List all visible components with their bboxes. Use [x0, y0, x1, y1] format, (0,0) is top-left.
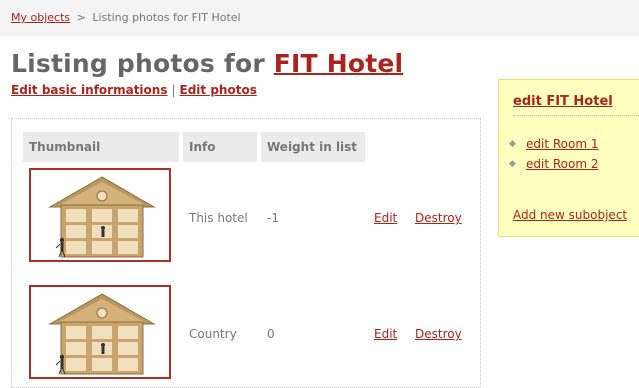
photo-thumbnail[interactable] — [29, 285, 171, 379]
diamond-bullet-icon: ◆ — [509, 159, 516, 169]
subobject-list-item: ◆ edit Room 2 — [509, 154, 598, 174]
subnav-separator: | — [171, 83, 176, 97]
row-info: This hotel — [189, 211, 248, 225]
diamond-bullet-icon: ◆ — [509, 139, 516, 149]
row-weight: -1 — [267, 211, 279, 225]
subobject-list-item: ◆ edit Room 1 — [509, 134, 598, 154]
photos-table-container: Thumbnail Info Weight in list This hotel… — [11, 118, 481, 388]
row-destroy-link[interactable]: Destroy — [415, 327, 462, 341]
sub-navigation: Edit basic informations | Edit photos — [11, 83, 257, 97]
edit-basic-informations-link[interactable]: Edit basic informations — [11, 83, 167, 97]
page-title-prefix: Listing photos for — [11, 49, 265, 78]
edit-room-2-link[interactable]: edit Room 2 — [526, 157, 598, 171]
row-info: Country — [189, 327, 237, 341]
row-weight: 0 — [267, 327, 275, 341]
photo-thumbnail[interactable] — [29, 168, 171, 262]
page-title-hotel-link[interactable]: FIT Hotel — [274, 49, 404, 78]
column-header-thumbnail: Thumbnail — [23, 132, 179, 162]
add-new-subobject-link[interactable]: Add new subobject — [513, 208, 627, 222]
breadcrumb: My objects > Listing photos for FIT Hote… — [11, 11, 241, 24]
edit-room-1-link[interactable]: edit Room 1 — [526, 137, 598, 151]
breadcrumb-my-objects-link[interactable]: My objects — [11, 11, 70, 24]
subobject-list: ◆ edit Room 1 ◆ edit Room 2 — [509, 134, 598, 174]
sidebar-title-link[interactable]: edit FIT Hotel — [513, 94, 613, 109]
edit-photos-link[interactable]: Edit photos — [180, 83, 257, 97]
column-header-weight: Weight in list — [261, 132, 365, 162]
page-title: Listing photos for FIT Hotel — [11, 49, 403, 78]
breadcrumb-current: Listing photos for FIT Hotel — [92, 11, 241, 24]
column-header-info: Info — [183, 132, 257, 162]
sidebar-divider — [513, 115, 639, 116]
house-shelf-image — [48, 176, 156, 258]
row-destroy-link[interactable]: Destroy — [415, 211, 462, 225]
row-edit-link[interactable]: Edit — [374, 211, 397, 225]
breadcrumb-separator: > — [76, 11, 86, 24]
row-edit-link[interactable]: Edit — [374, 327, 397, 341]
edit-object-sidebar: edit FIT Hotel ◆ edit Room 1 ◆ edit Room… — [498, 79, 639, 237]
house-shelf-image — [48, 293, 156, 375]
